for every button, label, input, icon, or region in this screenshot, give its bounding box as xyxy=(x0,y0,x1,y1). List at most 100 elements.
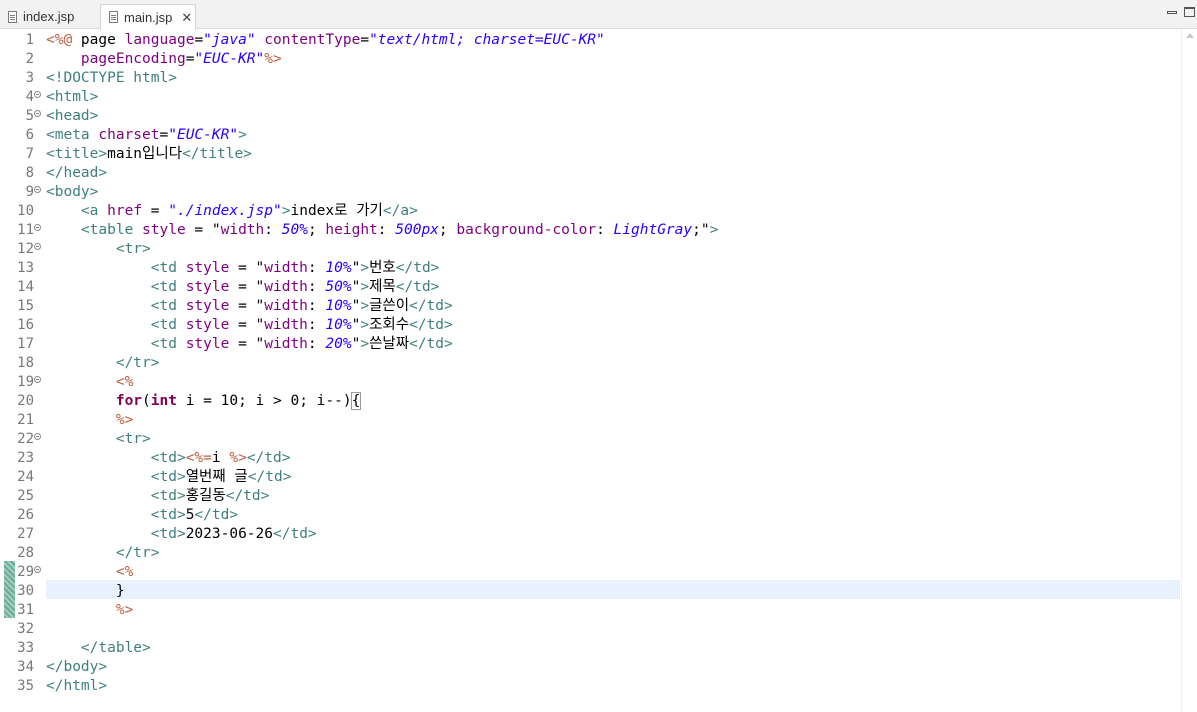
vertical-scrollbar[interactable] xyxy=(1181,29,1197,712)
code-token: <%= xyxy=(185,450,212,466)
file-icon xyxy=(109,11,118,23)
fold-toggle-icon[interactable] xyxy=(34,243,41,250)
code-line[interactable]: 9 <body> xyxy=(0,183,1180,202)
code-line[interactable]: 31 %> xyxy=(0,601,1180,620)
code-line[interactable]: 34 </body> xyxy=(0,658,1180,677)
code-token: background-color xyxy=(456,222,597,238)
line-number: 29 xyxy=(17,564,34,580)
code-line[interactable]: 20 for(int i = 10; i > 0; i--){ xyxy=(0,392,1180,411)
code-text: <td style = "width: 20%">쓴날짜</td> xyxy=(46,335,453,354)
code-line[interactable]: 4 <html> xyxy=(0,88,1180,107)
code-line[interactable]: 29 <% xyxy=(0,563,1180,582)
code-token: : xyxy=(596,222,614,238)
code-token: } xyxy=(115,583,125,599)
code-token: = " xyxy=(229,260,265,276)
code-line[interactable]: 13 <td style = "width: 10%">번호</td> xyxy=(0,259,1180,278)
code-token: = " xyxy=(229,317,265,333)
code-token: <td xyxy=(150,317,186,333)
fold-toggle-icon[interactable] xyxy=(34,91,41,98)
minimize-icon[interactable] xyxy=(1167,6,1177,20)
fold-toggle-icon[interactable] xyxy=(34,110,41,117)
fold-toggle-icon[interactable] xyxy=(34,566,41,573)
code-line[interactable]: 8 </head> xyxy=(0,164,1180,183)
line-number: 5 xyxy=(25,108,34,124)
code-line[interactable]: 3 <!DOCTYPE html> xyxy=(0,69,1180,88)
code-token: <%@ xyxy=(46,32,73,48)
code-line[interactable]: 35 </html> xyxy=(0,677,1180,696)
code-token: %> xyxy=(115,412,134,428)
code-line[interactable]: 1 <%@ page language="java" contentType="t… xyxy=(0,31,1180,50)
code-line[interactable]: 22 <tr> xyxy=(0,430,1180,449)
code-line[interactable]: 32 xyxy=(0,620,1180,639)
code-editor[interactable]: 1 <%@ page language="java" contentType="t… xyxy=(0,29,1197,712)
line-number: 20 xyxy=(17,393,34,409)
code-token: </body> xyxy=(46,659,108,675)
code-line[interactable]: 5 <head> xyxy=(0,107,1180,126)
code-line[interactable]: 7 <title>main입니다</title> xyxy=(0,145,1180,164)
code-line[interactable]: 19 <% xyxy=(0,373,1180,392)
code-token: </html> xyxy=(46,678,108,694)
maximize-icon[interactable] xyxy=(1184,6,1195,20)
code-token: <% xyxy=(115,374,134,390)
code-line[interactable]: 28 </tr> xyxy=(0,544,1180,563)
code-token: int xyxy=(150,393,177,409)
code-text: <html> xyxy=(46,88,98,107)
code-line[interactable]: 25 <td>홍길동</td> xyxy=(0,487,1180,506)
code-line[interactable]: 6 <meta charset="EUC-KR"> xyxy=(0,126,1180,145)
code-line[interactable]: 21 %> xyxy=(0,411,1180,430)
code-line[interactable]: 33 </table> xyxy=(0,639,1180,658)
close-icon[interactable]: ✕ xyxy=(181,11,192,24)
code-token: <tr> xyxy=(115,431,151,447)
code-line[interactable]: 11 <table style = "width: 50%; height: 5… xyxy=(0,221,1180,240)
code-text: <%@ page language="java" contentType="te… xyxy=(46,31,605,50)
line-number: 32 xyxy=(17,621,34,637)
line-number: 22 xyxy=(17,431,34,447)
code-text: <td><%=i %></td> xyxy=(46,449,291,468)
fold-toggle-icon[interactable] xyxy=(34,186,41,193)
tab-index-jsp[interactable]: index.jsp xyxy=(0,4,100,29)
code-token: </td> xyxy=(395,260,440,276)
line-number: 13 xyxy=(17,260,34,276)
code-text: %> xyxy=(46,601,133,620)
code-token: = xyxy=(194,32,204,48)
code-line[interactable]: 16 <td style = "width: 10%">조회수</td> xyxy=(0,316,1180,335)
code-line[interactable]: 30 } xyxy=(0,582,1180,601)
code-token: </td> xyxy=(273,526,317,542)
code-line[interactable]: 15 <td style = "width: 10%">글쓴이</td> xyxy=(0,297,1180,316)
code-token: { xyxy=(350,392,362,410)
code-text: <tr> xyxy=(46,430,151,449)
code-line[interactable]: 14 <td style = "width: 50%">제목</td> xyxy=(0,278,1180,297)
fold-toggle-icon[interactable] xyxy=(34,224,41,231)
code-line[interactable]: 2 pageEncoding="EUC-KR"%> xyxy=(0,50,1180,69)
scroll-up-arrow-icon[interactable] xyxy=(1186,33,1194,38)
code-text: for(int i = 10; i > 0; i--){ xyxy=(46,392,362,411)
code-token: </td> xyxy=(246,450,291,466)
fold-toggle-icon[interactable] xyxy=(34,433,41,440)
code-line[interactable]: 10 <a href = "./index.jsp">index로 가기</a> xyxy=(0,202,1180,221)
code-text: <% xyxy=(46,373,133,392)
code-line[interactable]: 24 <td>열번째 글</td> xyxy=(0,468,1180,487)
code-text: <tr> xyxy=(46,240,151,259)
code-line[interactable]: 17 <td style = "width: 20%">쓴날짜</td> xyxy=(0,335,1180,354)
line-number: 30 xyxy=(17,583,34,599)
code-token: 글쓴이 xyxy=(369,298,410,314)
code-line[interactable]: 26 <td>5</td> xyxy=(0,506,1180,525)
code-line[interactable]: 27 <td>2023-06-26</td> xyxy=(0,525,1180,544)
line-number: 34 xyxy=(17,659,34,675)
code-token: 10% xyxy=(325,317,352,333)
code-text: <table style = "width: 50%; height: 500p… xyxy=(46,221,718,240)
tab-main-jsp[interactable]: main.jsp ✕ xyxy=(100,4,196,30)
fold-toggle-icon[interactable] xyxy=(34,376,41,383)
code-line[interactable]: 12 <tr> xyxy=(0,240,1180,259)
code-token: > xyxy=(360,279,370,295)
code-line[interactable]: 23 <td><%=i %></td> xyxy=(0,449,1180,468)
code-line[interactable]: 18 </tr> xyxy=(0,354,1180,373)
code-token: </td> xyxy=(395,279,440,295)
